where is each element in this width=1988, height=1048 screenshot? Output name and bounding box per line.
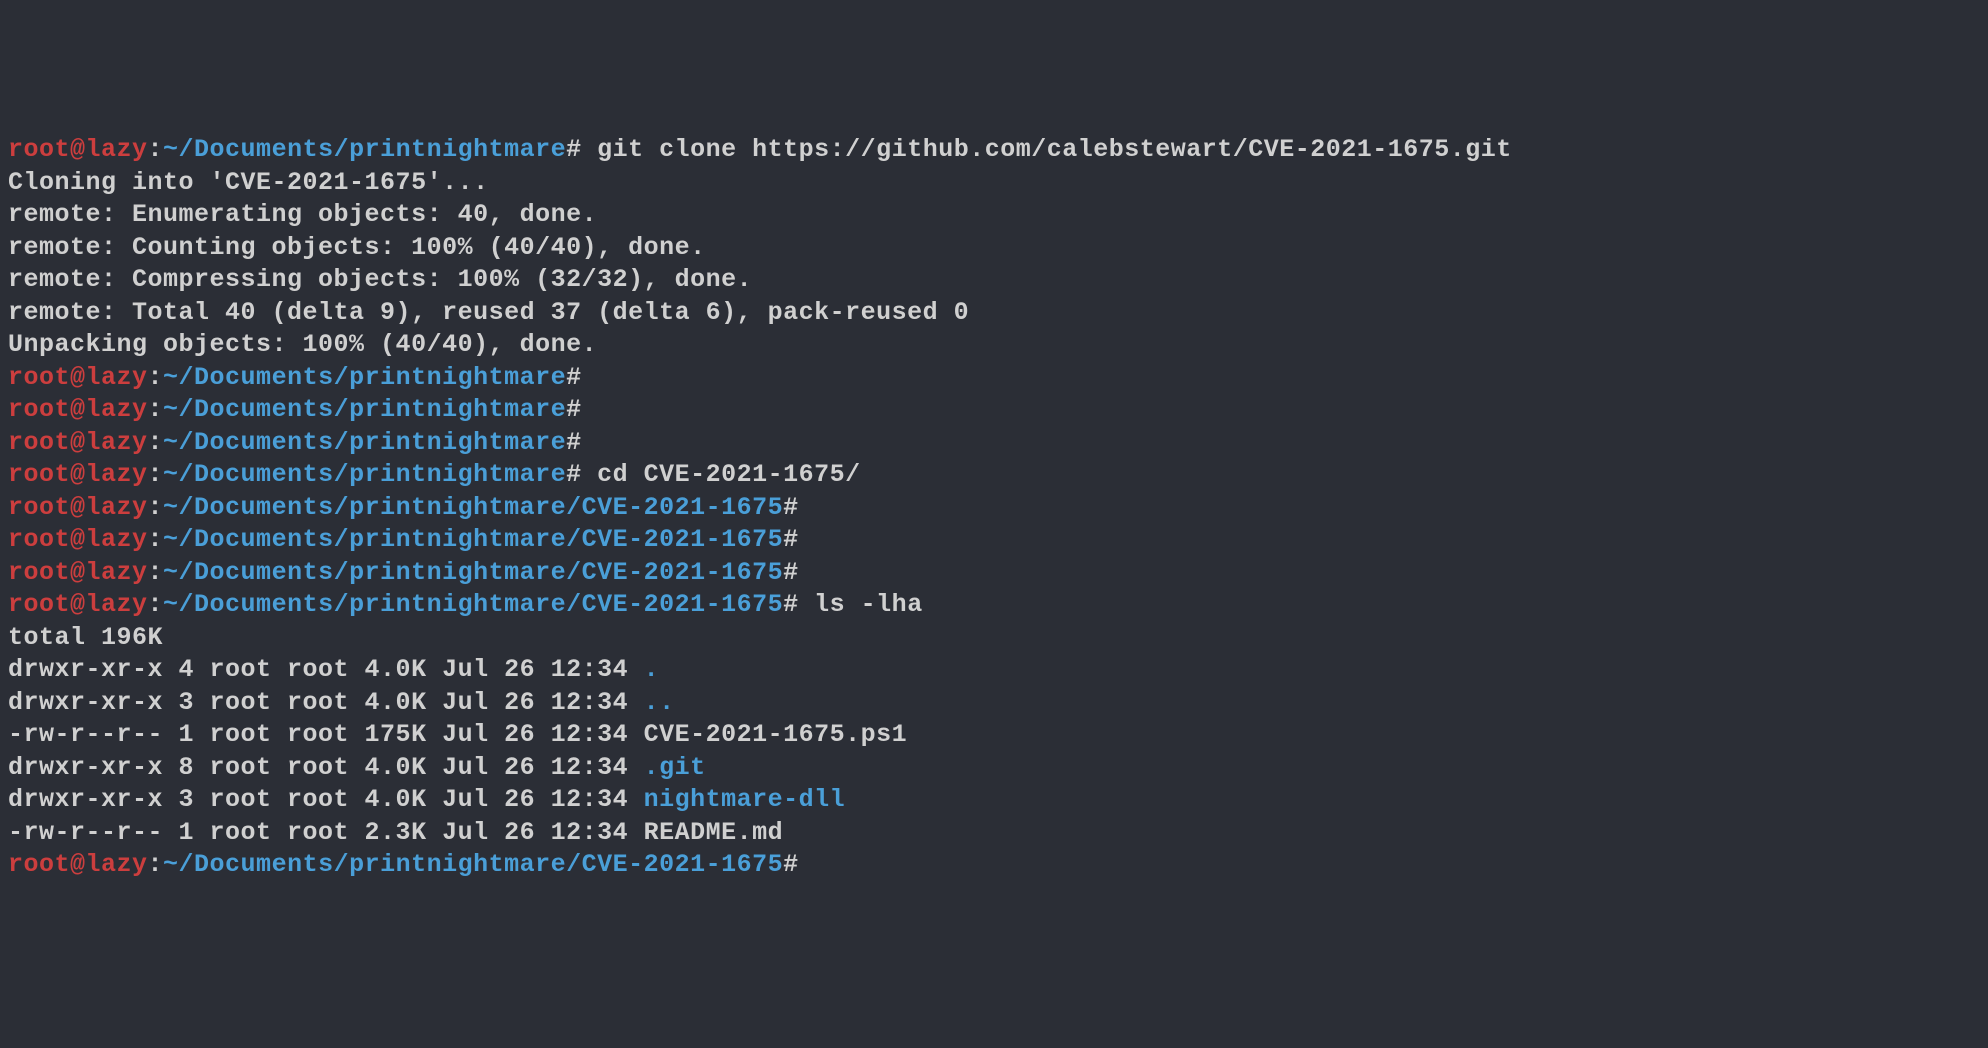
ls-permissions: drwxr-xr-x 8 root root 4.0K Jul 26 12:34 — [8, 753, 644, 782]
ls-entry: drwxr-xr-x 4 root root 4.0K Jul 26 12:34… — [8, 654, 1980, 687]
terminal-line: root@lazy:~/Documents/printnightmare# — [8, 394, 1980, 427]
ls-permissions: -rw-r--r-- 1 root root 2.3K Jul 26 12:34 — [8, 818, 644, 847]
prompt-path: ~/Documents/printnightmare — [163, 363, 566, 392]
prompt-separator: : — [148, 395, 164, 424]
prompt-user-host: root@lazy — [8, 493, 148, 522]
terminal-line: root@lazy:~/Documents/printnightmare/CVE… — [8, 557, 1980, 590]
ls-directory-name: nightmare-dll — [644, 785, 846, 814]
prompt-user-host: root@lazy — [8, 460, 148, 489]
prompt-separator: : — [148, 363, 164, 392]
prompt-path: ~/Documents/printnightmare/CVE-2021-1675 — [163, 493, 783, 522]
prompt-user-host: root@lazy — [8, 395, 148, 424]
prompt-separator: : — [148, 850, 164, 879]
ls-directory-name: . — [644, 655, 660, 684]
prompt-separator: : — [148, 428, 164, 457]
prompt-path: ~/Documents/printnightmare/CVE-2021-1675 — [163, 850, 783, 879]
prompt-user-host: root@lazy — [8, 850, 148, 879]
command-text: git clone https://github.com/calebstewar… — [582, 135, 1512, 164]
prompt-user-host: root@lazy — [8, 558, 148, 587]
command-text: cd CVE-2021-1675/ — [582, 460, 861, 489]
terminal-line: root@lazy:~/Documents/printnightmare# — [8, 362, 1980, 395]
prompt-user-host: root@lazy — [8, 590, 148, 619]
ls-directory-name: .git — [644, 753, 706, 782]
terminal-line: root@lazy:~/Documents/printnightmare# cd… — [8, 459, 1980, 492]
ls-directory-name: .. — [644, 688, 675, 717]
prompt-user-host: root@lazy — [8, 363, 148, 392]
ls-entry: -rw-r--r-- 1 root root 175K Jul 26 12:34… — [8, 719, 1980, 752]
prompt-path: ~/Documents/printnightmare — [163, 428, 566, 457]
ls-permissions: drwxr-xr-x 3 root root 4.0K Jul 26 12:34 — [8, 688, 644, 717]
prompt-hash: # — [566, 363, 582, 392]
prompt-hash: # — [783, 850, 799, 879]
prompt-path: ~/Documents/printnightmare/CVE-2021-1675 — [163, 590, 783, 619]
prompt-hash: # — [566, 135, 582, 164]
prompt-path: ~/Documents/printnightmare — [163, 135, 566, 164]
prompt-path: ~/Documents/printnightmare — [163, 395, 566, 424]
output-text: total 196K — [8, 622, 1980, 655]
prompt-hash: # — [783, 558, 799, 587]
prompt-separator: : — [148, 525, 164, 554]
output-text: remote: Enumerating objects: 40, done. — [8, 199, 1980, 232]
ls-entry: drwxr-xr-x 3 root root 4.0K Jul 26 12:34… — [8, 687, 1980, 720]
prompt-hash: # — [566, 395, 582, 424]
terminal-line: root@lazy:~/Documents/printnightmare/CVE… — [8, 524, 1980, 557]
prompt-hash: # — [566, 460, 582, 489]
output-text: Unpacking objects: 100% (40/40), done. — [8, 329, 1980, 362]
prompt-separator: : — [148, 590, 164, 619]
output-text: remote: Total 40 (delta 9), reused 37 (d… — [8, 297, 1980, 330]
ls-permissions: -rw-r--r-- 1 root root 175K Jul 26 12:34 — [8, 720, 644, 749]
ls-file-name: README.md — [644, 818, 784, 847]
terminal-line: root@lazy:~/Documents/printnightmare/CVE… — [8, 849, 1980, 882]
ls-permissions: drwxr-xr-x 4 root root 4.0K Jul 26 12:34 — [8, 655, 644, 684]
ls-entry: drwxr-xr-x 8 root root 4.0K Jul 26 12:34… — [8, 752, 1980, 785]
prompt-hash: # — [783, 590, 799, 619]
ls-entry: drwxr-xr-x 3 root root 4.0K Jul 26 12:34… — [8, 784, 1980, 817]
ls-entry: -rw-r--r-- 1 root root 2.3K Jul 26 12:34… — [8, 817, 1980, 850]
terminal-line: root@lazy:~/Documents/printnightmare/CVE… — [8, 492, 1980, 525]
terminal-output[interactable]: root@lazy:~/Documents/printnightmare# gi… — [8, 134, 1980, 882]
prompt-separator: : — [148, 558, 164, 587]
ls-file-name: CVE-2021-1675.ps1 — [644, 720, 908, 749]
prompt-separator: : — [148, 493, 164, 522]
prompt-hash: # — [783, 525, 799, 554]
prompt-user-host: root@lazy — [8, 428, 148, 457]
output-text: Cloning into 'CVE-2021-1675'... — [8, 167, 1980, 200]
terminal-line: root@lazy:~/Documents/printnightmare/CVE… — [8, 589, 1980, 622]
command-text: ls -lha — [799, 590, 923, 619]
prompt-hash: # — [566, 428, 582, 457]
prompt-user-host: root@lazy — [8, 525, 148, 554]
prompt-hash: # — [783, 493, 799, 522]
prompt-path: ~/Documents/printnightmare — [163, 460, 566, 489]
prompt-separator: : — [148, 460, 164, 489]
output-text: remote: Compressing objects: 100% (32/32… — [8, 264, 1980, 297]
prompt-user-host: root@lazy — [8, 135, 148, 164]
ls-permissions: drwxr-xr-x 3 root root 4.0K Jul 26 12:34 — [8, 785, 644, 814]
prompt-separator: : — [148, 135, 164, 164]
terminal-line: root@lazy:~/Documents/printnightmare# — [8, 427, 1980, 460]
prompt-path: ~/Documents/printnightmare/CVE-2021-1675 — [163, 525, 783, 554]
terminal-line: root@lazy:~/Documents/printnightmare# gi… — [8, 134, 1980, 167]
prompt-path: ~/Documents/printnightmare/CVE-2021-1675 — [163, 558, 783, 587]
output-text: remote: Counting objects: 100% (40/40), … — [8, 232, 1980, 265]
